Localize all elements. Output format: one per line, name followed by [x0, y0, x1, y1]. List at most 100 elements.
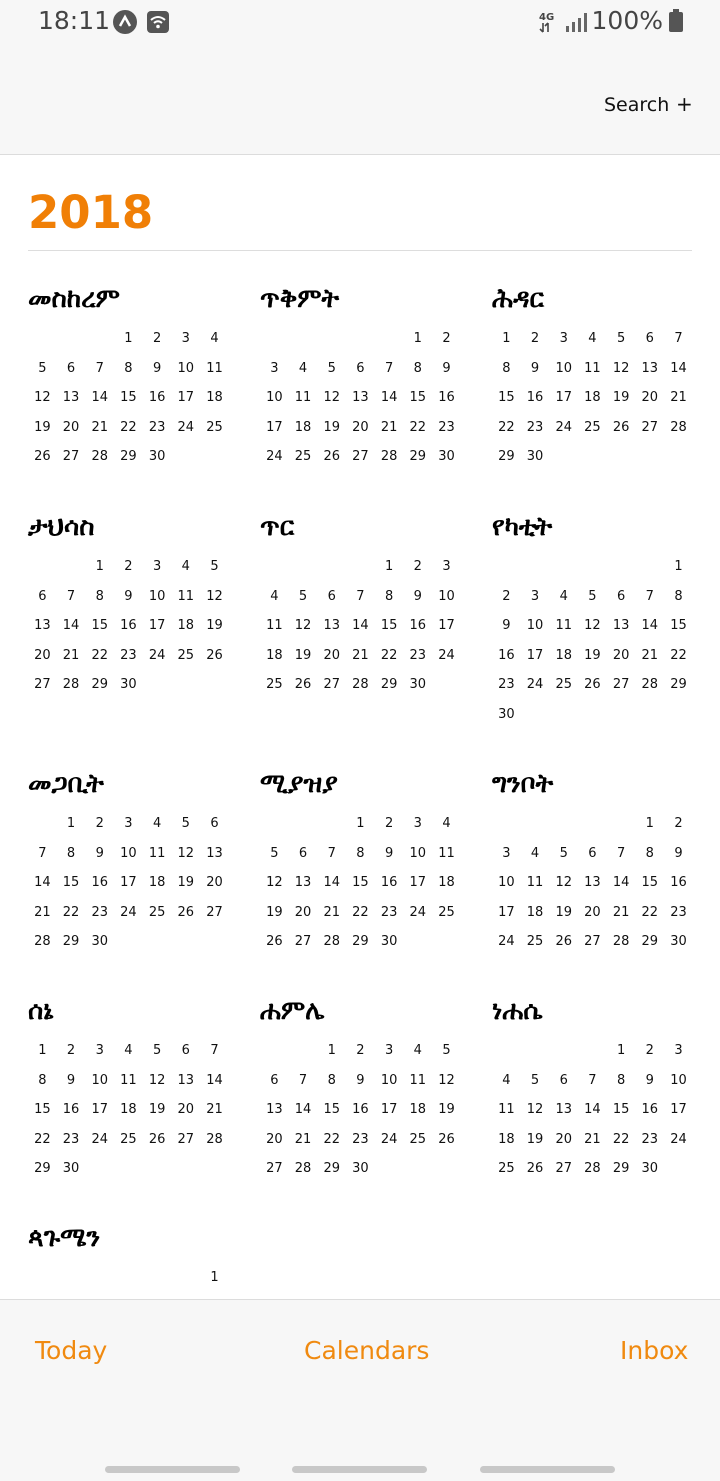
day-cell: 1 [38, 1043, 47, 1058]
day-cell: 3 [270, 360, 279, 376]
day-cell: 6 [298, 845, 308, 861]
day-cell: 8 [38, 1072, 47, 1088]
month-name: ሚያዝያ [260, 769, 338, 799]
month-block[interactable]: ሚያዝያ 1 2 3 4 5 6 7 8 9 10 11 12 13 14 15 16 17 18 19 20 21 22 2… [260, 767, 463, 957]
month-block[interactable]: ጥቅምት 1 2 3 4 5 6 7 8 9 10 11 12 13 14 15 16 17 18 19 20 21 22 2… [260, 282, 463, 472]
month-day-grid: 1 2 3 4 5 6 7 8 9 10 11 12 13 14 15 16 17 18 19 20 21 22 23 24 2… [260, 809, 463, 957]
day-cell: 21 [641, 647, 659, 663]
month-block[interactable]: የካቲት 1 2 3 4 5 6 7 8 9 10 11 12 13 14 15 16 17 18 19 20 21 22 2… [492, 510, 695, 729]
day-cell: 24 [526, 677, 544, 692]
day-cell: 14 [670, 360, 687, 376]
day-cell: 1 [95, 559, 104, 574]
app-notification-icon [113, 10, 137, 34]
day-cell: 26 [266, 934, 283, 949]
day-cell: 18 [555, 647, 572, 663]
day-cell: 10 [670, 1072, 687, 1088]
day-cell: 30 [409, 677, 427, 692]
day-cell: 6 [270, 1072, 279, 1088]
add-event-button[interactable]: + [676, 92, 693, 116]
day-cell: 23 [120, 647, 137, 663]
day-cell: 26 [555, 934, 572, 949]
day-cell: 2 [502, 588, 511, 604]
day-cell: 30 [352, 1161, 369, 1176]
day-cell: 3 [530, 588, 540, 604]
day-cell: 3 [674, 1043, 683, 1058]
day-cell: 22 [91, 647, 108, 663]
day-cell: 4 [559, 588, 568, 604]
day-cell: 6 [356, 360, 365, 376]
day-cell: 28 [670, 419, 687, 435]
month-block[interactable]: ጳጉሜን 1 [28, 1221, 231, 1293]
day-cell: 19 [34, 419, 51, 435]
day-cell: 7 [210, 1043, 219, 1058]
month-block[interactable]: መስከረም 1 2 3 4 5 6 7 8 9 10 11 12 13 14 15 16 17 18 19 20 21 22… [28, 282, 231, 472]
month-block[interactable]: ሐምሌ 1 2 3 4 5 6 7 8 9 10 11 12 13 14 15 16 17 18 19 20 21 22 23… [260, 994, 463, 1184]
day-cell: 16 [498, 647, 515, 663]
month-block[interactable]: ጥር 1 2 3 4 5 6 7 8 9 10 11 12 13 14 15 16 17 18 19 20 21 22 23 2… [260, 510, 463, 700]
day-cell: 6 [559, 1072, 568, 1088]
day-cell: 30 [526, 449, 544, 464]
day-cell: 4 [413, 1043, 422, 1058]
day-cell: 6 [210, 816, 219, 831]
day-cell: 19 [206, 618, 223, 633]
month-name: ጳጉሜን [28, 1223, 101, 1253]
nav-bar-home[interactable] [292, 1466, 427, 1473]
day-cell: 30 [670, 934, 687, 949]
day-cell: 24 [670, 1131, 687, 1147]
day-cell: 16 [380, 875, 398, 890]
nav-bar-back[interactable] [480, 1466, 615, 1473]
month-block[interactable]: ሕዳር 1 2 3 4 5 6 7 8 9 10 11 12 13 14 15 16 17 18 19 20 21 22 23… [492, 282, 695, 472]
month-block[interactable]: መጋቢት 1 2 3 4 5 6 7 8 9 10 11 12 13 14 15 16 17 18 19 20 21 22 2… [28, 767, 231, 957]
day-cell: 6 [588, 845, 597, 861]
day-cell: 19 [438, 1102, 455, 1117]
day-cell: 15 [498, 390, 515, 405]
tab-today[interactable]: Today [35, 1336, 107, 1365]
day-cell: 22 [409, 419, 427, 435]
day-cell: 24 [555, 419, 572, 435]
day-cell: 28 [323, 934, 340, 949]
day-cell: 20 [62, 419, 80, 435]
signal-icon [566, 13, 587, 32]
day-cell: 23 [526, 419, 544, 435]
month-block[interactable]: ታህሳስ 1 2 3 4 5 6 7 8 9 10 11 12 13 14 15 16 17 18 19 20 21 22 2… [28, 510, 231, 700]
day-cell: 13 [266, 1102, 283, 1117]
day-cell: 28 [641, 677, 659, 692]
tab-inbox[interactable]: Inbox [620, 1336, 688, 1365]
empty-day-cell [607, 552, 636, 582]
day-cell: 11 [526, 875, 544, 890]
day-cell: 4 [124, 1043, 133, 1058]
day-cell: 6 [181, 1043, 190, 1058]
day-cell: 13 [584, 875, 601, 890]
month-name: ሕዳር [492, 284, 544, 314]
day-cell: 11 [409, 1072, 427, 1088]
year-title[interactable]: 2018 [28, 186, 153, 239]
day-cell: 9 [384, 845, 394, 861]
day-cell: 11 [177, 588, 195, 604]
day-cell: 3 [124, 816, 133, 831]
month-block[interactable]: ነሐሴ 1 2 3 4 5 6 7 8 9 10 11 12 13 14 15 16 17 18 19 20 21 22 23… [492, 994, 695, 1184]
day-cell: 2 [356, 1043, 365, 1058]
search-button[interactable]: Search [604, 94, 669, 116]
tab-calendars[interactable]: Calendars [304, 1336, 429, 1365]
day-cell: 19 [177, 875, 195, 890]
day-cell: 27 [555, 1161, 572, 1176]
day-cell: 2 [124, 559, 133, 574]
month-block[interactable]: ሰኔ 1 2 3 4 5 6 7 8 9 10 11 12 13 14 15 16 17 18 19 20 21 22 23 2… [28, 994, 231, 1184]
day-cell: 11 [555, 618, 572, 633]
day-cell: 21 [294, 1131, 312, 1147]
day-cell: 22 [670, 647, 687, 663]
day-cell: 7 [95, 360, 104, 376]
day-cell: 10 [438, 588, 455, 604]
empty-day-cell [317, 809, 346, 839]
month-block[interactable]: ግንቦት 1 2 3 4 5 6 7 8 9 10 11 12 13 14 15 16 17 18 19 20 21 22 2… [492, 767, 695, 957]
day-cell: 22 [612, 1131, 630, 1147]
day-cell: 28 [294, 1161, 312, 1176]
nav-bar-recents[interactable] [105, 1466, 240, 1473]
day-cell: 9 [502, 618, 511, 633]
day-cell: 17 [498, 904, 515, 920]
day-cell: 15 [612, 1102, 630, 1117]
day-cell: 26 [294, 677, 312, 692]
day-cell: 8 [384, 588, 394, 604]
day-cell: 20 [612, 647, 630, 663]
day-cell: 7 [645, 588, 654, 604]
